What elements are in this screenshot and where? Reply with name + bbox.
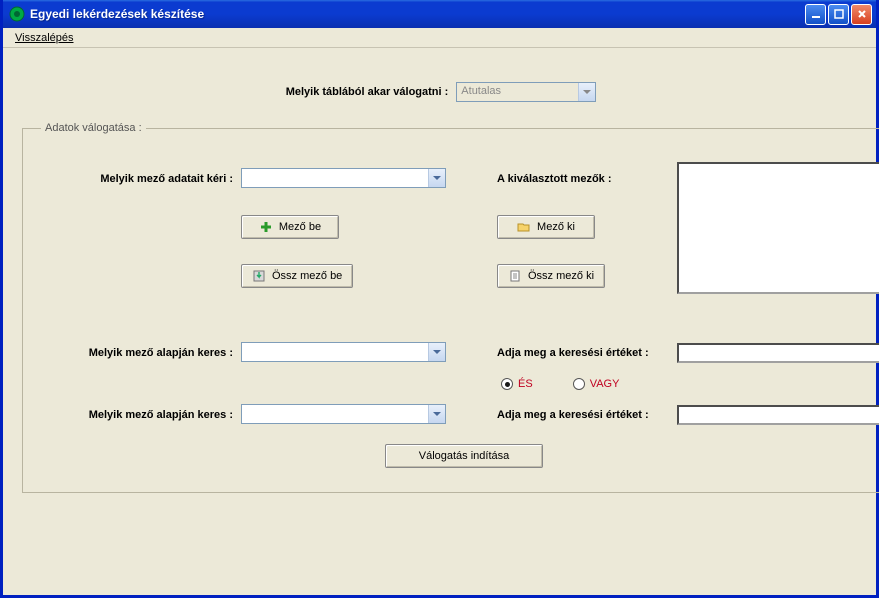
group-legend: Adatok válogatása : — [41, 122, 146, 134]
window-controls — [805, 4, 872, 25]
search2-field-value — [242, 405, 428, 423]
chevron-down-icon — [428, 343, 445, 361]
selected-fields-listbox[interactable] — [677, 162, 879, 294]
radio-or-label: VAGY — [590, 378, 620, 390]
maximize-button[interactable] — [828, 4, 849, 25]
field-out-button[interactable]: Mező ki — [497, 215, 595, 239]
chevron-down-icon — [428, 405, 445, 423]
radio-dot-icon — [573, 378, 585, 390]
menu-back-label: Visszalépés — [15, 32, 74, 44]
close-button[interactable] — [851, 4, 872, 25]
all-fields-in-label: Össz mező be — [272, 270, 342, 282]
radio-and[interactable]: ÉS — [501, 378, 533, 390]
search2-field-label: Melyik mező alapján keres : — [41, 409, 241, 421]
field-request-label: Melyik mező adatait kéri : — [41, 173, 241, 185]
plus-icon — [259, 220, 273, 234]
radio-dot-icon — [501, 378, 513, 390]
search2-field-combo[interactable] — [241, 404, 446, 424]
titlebar: Egyedi lekérdezések készítése — [3, 0, 876, 28]
minimize-button[interactable] — [805, 4, 826, 25]
table-select-row: Melyik táblából akar válogatni : Atutala… — [10, 82, 872, 102]
table-select-label: Melyik táblából akar válogatni : — [286, 86, 449, 98]
radio-and-label: ÉS — [518, 378, 533, 390]
search1-value-input[interactable] — [677, 343, 879, 363]
app-window: Egyedi lekérdezések készítése Visszalépé… — [0, 0, 879, 598]
all-fields-in-button[interactable]: Össz mező be — [241, 264, 353, 288]
menubar: Visszalépés — [3, 28, 876, 48]
field-out-label: Mező ki — [537, 221, 575, 233]
search1-field-value — [242, 343, 428, 361]
radio-or[interactable]: VAGY — [573, 378, 620, 390]
window-title: Egyedi lekérdezések készítése — [30, 7, 805, 21]
doc-icon — [508, 269, 522, 283]
field-request-combo[interactable] — [241, 168, 446, 188]
search1-field-combo[interactable] — [241, 342, 446, 362]
app-icon — [9, 6, 25, 22]
search1-field-label: Melyik mező alapján keres : — [41, 347, 241, 359]
maximize-icon — [834, 9, 844, 19]
search2-value-input[interactable] — [677, 405, 879, 425]
selected-fields-label: A kiválasztott mezők : — [497, 173, 677, 185]
fields-grid: Melyik mező adatait kéri : A kiválasztot… — [41, 162, 879, 426]
table-select-combo[interactable]: Atutalas — [456, 82, 596, 102]
chevron-down-icon — [578, 83, 595, 101]
folder-open-icon — [517, 220, 531, 234]
start-row: Válogatás indítása — [41, 444, 879, 468]
field-request-value — [242, 169, 428, 187]
search1-value-label: Adja meg a keresési értéket : — [497, 347, 677, 359]
start-selection-label: Válogatás indítása — [419, 450, 510, 462]
minimize-icon — [811, 9, 821, 19]
chevron-down-icon — [428, 169, 445, 187]
all-fields-out-button[interactable]: Össz mező ki — [497, 264, 605, 288]
field-in-button[interactable]: Mező be — [241, 215, 339, 239]
start-selection-button[interactable]: Válogatás indítása — [385, 444, 543, 468]
field-in-label: Mező be — [279, 221, 321, 233]
all-fields-out-label: Össz mező ki — [528, 270, 594, 282]
client-area: Melyik táblából akar válogatni : Atutala… — [6, 48, 876, 595]
table-select-value: Atutalas — [457, 83, 578, 101]
close-icon — [857, 9, 867, 19]
search2-value-label: Adja meg a keresési értéket : — [497, 409, 677, 421]
data-selection-group: Adatok válogatása : Melyik mező adatait … — [22, 122, 879, 493]
disk-arrow-icon — [252, 269, 266, 283]
menu-back[interactable]: Visszalépés — [9, 31, 80, 45]
